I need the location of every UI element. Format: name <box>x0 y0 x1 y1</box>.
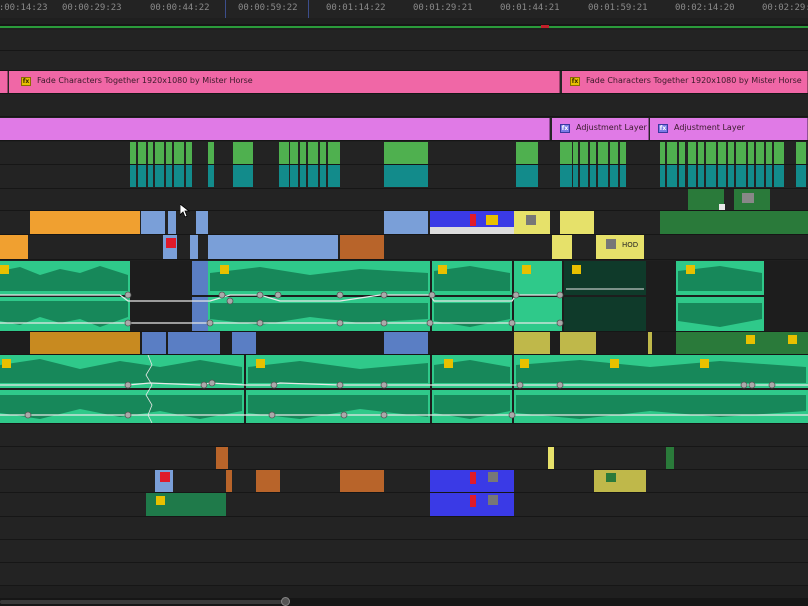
clip-label: Adjustment Layer <box>674 123 745 132</box>
ruler-timecode: 00:02:14:20 <box>675 3 735 13</box>
time-ruler[interactable]: 00:00:14:23 00:00:29:23 00:00:44:22 00:0… <box>0 0 808 18</box>
fx-badge-icon: fx <box>658 124 668 133</box>
audio-track-a7[interactable] <box>0 493 808 517</box>
clip-label: Adjustment Layer <box>576 123 647 132</box>
fade-clip[interactable] <box>0 71 8 93</box>
audio-track-a3[interactable] <box>0 354 808 424</box>
scroll-thumb[interactable] <box>0 600 290 604</box>
orange-blue-clips[interactable] <box>0 211 808 234</box>
hod-label: HOD <box>622 241 639 249</box>
audio-track-a4[interactable] <box>0 424 808 447</box>
mouse-pointer-icon <box>180 204 190 218</box>
fx-badge-icon: fx <box>21 77 31 86</box>
fade-clip[interactable]: fx Fade Characters Together 1920x1080 by… <box>562 71 808 93</box>
rendered-bar <box>0 26 808 28</box>
track-v6[interactable]: fx Fade Characters Together 1920x1080 by… <box>0 71 808 94</box>
track-v7[interactable] <box>0 51 808 71</box>
ruler-timecode: 00:01:29:21 <box>413 3 473 13</box>
clip-label: Fade Characters Together 1920x1080 by Mi… <box>586 76 802 85</box>
track-v1b[interactable] <box>0 189 808 211</box>
timeline-panel[interactable]: 00:00:14:23 00:00:29:23 00:00:44:22 00:0… <box>0 0 808 606</box>
mixed-clips[interactable] <box>0 189 808 210</box>
ruler-marker <box>308 0 309 18</box>
ruler-timecode: 00:01:44:21 <box>500 3 560 13</box>
audio-waveform-a1[interactable] <box>0 261 808 331</box>
green-clips[interactable] <box>0 142 808 164</box>
track-v0[interactable]: HOD <box>0 235 808 260</box>
ruler-timecode: 00:01:59:21 <box>588 3 648 13</box>
audio-track-a9[interactable] <box>0 540 808 563</box>
adjustment-clip[interactable]: fx Adjustment Layer <box>552 118 649 140</box>
track-v1a[interactable] <box>0 211 808 235</box>
fade-clip[interactable]: fx Fade Characters Together 1920x1080 by… <box>9 71 560 93</box>
track-v4[interactable]: fx Adjustment Layer fx Adjustment Layer <box>0 118 808 141</box>
ruler-timecode: 00:00:44:22 <box>150 3 210 13</box>
audio-track-a1[interactable] <box>0 261 808 332</box>
audio-waveform-a3[interactable] <box>0 354 808 424</box>
ruler-timecode: 00:00:29:23 <box>62 3 122 13</box>
marker-red <box>541 25 549 28</box>
ruler-timecode: 00:00:14:23 <box>0 3 48 13</box>
track-v3[interactable] <box>0 142 808 165</box>
track-v5[interactable] <box>0 94 808 117</box>
adjustment-clip[interactable] <box>0 118 550 140</box>
scroll-knob-icon[interactable] <box>281 597 290 606</box>
audio-clips-a7[interactable] <box>0 493 808 516</box>
audio-track-a6[interactable] <box>0 470 808 493</box>
ruler-marker <box>225 0 226 18</box>
track-v2[interactable] <box>0 165 808 189</box>
track-v8[interactable] <box>0 30 808 51</box>
fx-badge-icon: fx <box>570 77 580 86</box>
brown-clips[interactable] <box>0 235 808 259</box>
audio-track-a2[interactable] <box>0 332 808 355</box>
audio-track-a8[interactable] <box>0 517 808 540</box>
adjustment-clip[interactable]: fx Adjustment Layer <box>650 118 808 140</box>
teal-clips[interactable] <box>0 165 808 188</box>
ruler-timecode: 00:00:59:22 <box>238 3 298 13</box>
audio-clips-a6[interactable] <box>0 470 808 492</box>
fx-badge-icon: fx <box>560 124 570 133</box>
clip-label: Fade Characters Together 1920x1080 by Mi… <box>37 76 253 85</box>
audio-waveform-a2[interactable] <box>0 332 808 354</box>
ruler-timecode: 00:01:14:22 <box>326 3 386 13</box>
audio-clips-a5[interactable] <box>0 447 808 469</box>
audio-track-a5[interactable] <box>0 447 808 470</box>
audio-track-a10[interactable] <box>0 563 808 586</box>
ruler-timecode: 00:02:29:2 <box>762 3 808 13</box>
